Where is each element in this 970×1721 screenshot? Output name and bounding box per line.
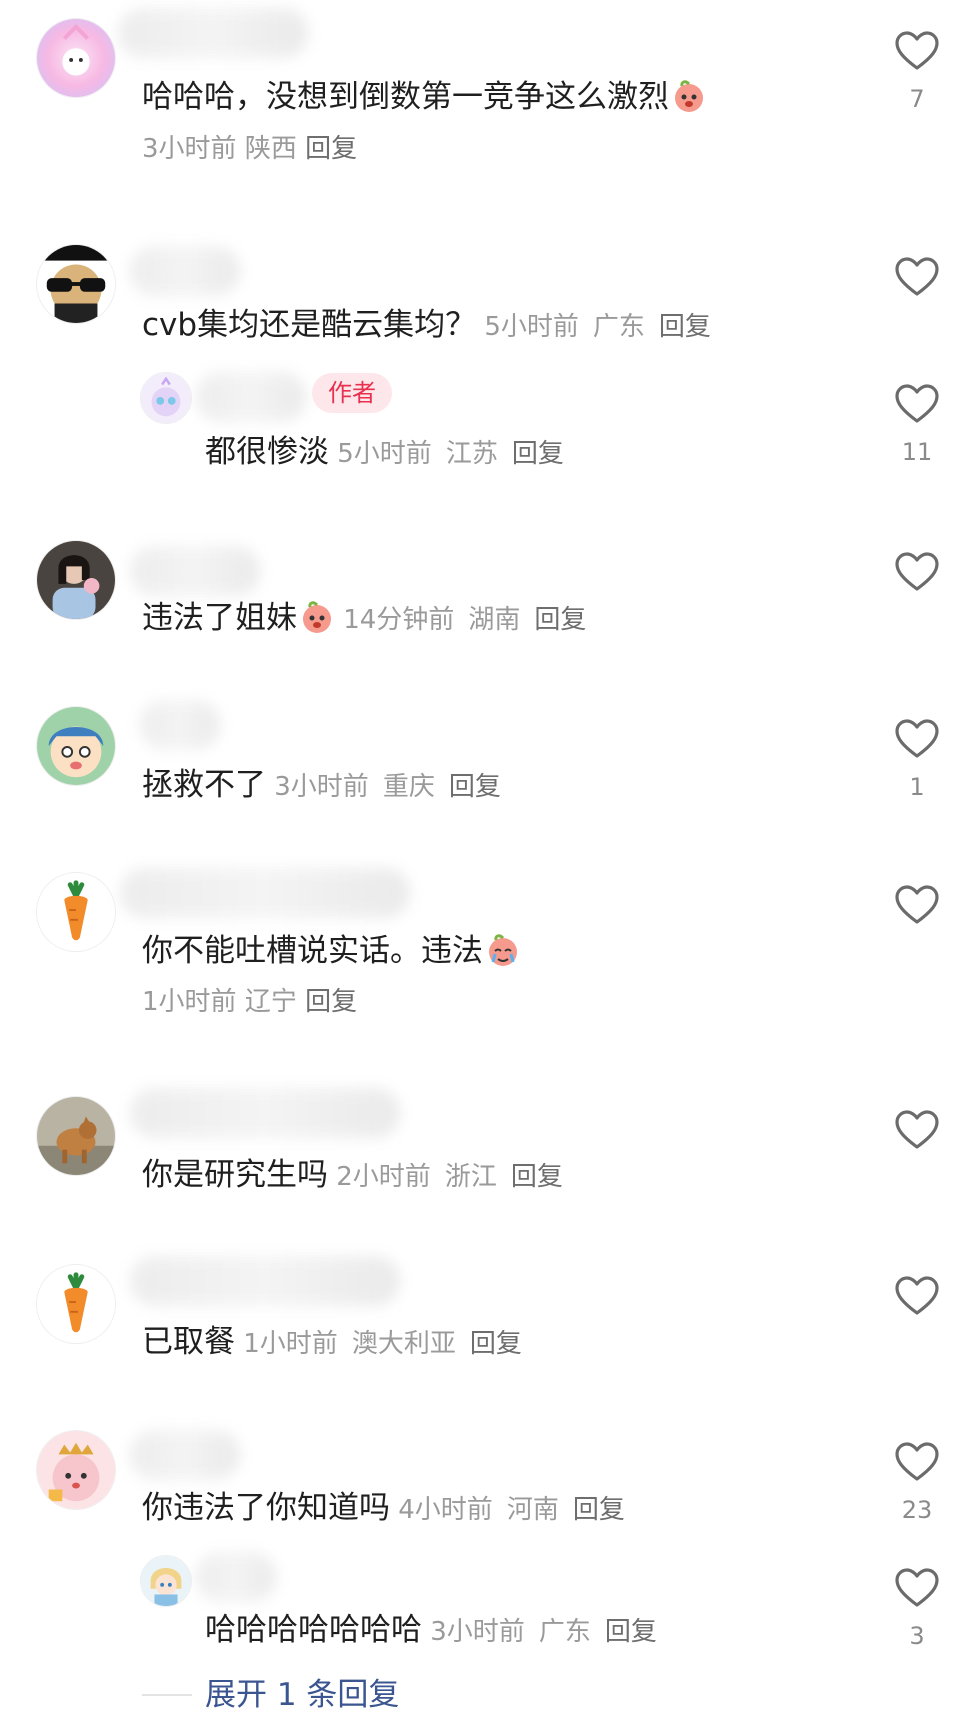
avatar[interactable] [36, 872, 116, 952]
comment-text: 已取餐 1小时前 澳大利亚 回复 [142, 1324, 522, 1360]
avatar[interactable] [36, 18, 116, 98]
like-button[interactable] [892, 718, 942, 760]
comment-text: 你不能吐槽说实话。违法 [142, 931, 521, 971]
username-blurred[interactable] [130, 546, 260, 596]
like-button[interactable] [892, 30, 942, 72]
username-blurred[interactable] [140, 700, 220, 750]
avatar[interactable] [140, 372, 192, 424]
avatar[interactable] [36, 540, 116, 620]
heart-outline-icon [895, 1276, 939, 1315]
comment-meta: 3小时前 陕西 回复 [142, 134, 358, 164]
comment-text: 都很惨淡 5小时前 江苏 回复 [205, 434, 564, 470]
like-button[interactable] [892, 1275, 942, 1317]
like-count: 11 [901, 438, 933, 466]
like-button[interactable] [892, 551, 942, 593]
username-blurred[interactable] [120, 868, 410, 918]
expand-replies-button[interactable]: 展开 1 条回复 [205, 1675, 399, 1715]
heart-outline-icon [895, 384, 939, 423]
username-blurred[interactable] [196, 372, 306, 422]
username-blurred[interactable] [196, 1552, 276, 1602]
like-count: 3 [909, 1622, 925, 1650]
avatar[interactable] [36, 1096, 116, 1176]
heart-outline-icon [895, 257, 939, 296]
comment-text: 你违法了你知道吗 4小时前 河南 回复 [142, 1490, 625, 1526]
author-badge: 作者 [312, 373, 392, 413]
avatar[interactable] [36, 706, 116, 786]
username-blurred[interactable] [130, 1256, 400, 1306]
like-button[interactable] [892, 1567, 942, 1609]
avatar[interactable] [36, 1430, 116, 1510]
crying-peach-emoji-icon [485, 932, 521, 968]
heart-outline-icon [895, 885, 939, 924]
comment-text: cvb集均还是酷云集均？ 5小时前 广东 回复 [142, 307, 711, 343]
heart-outline-icon [895, 1442, 939, 1481]
peach-face-emoji-icon [299, 599, 335, 635]
reply-button[interactable]: 回复 [305, 987, 357, 1017]
expand-divider [142, 1694, 192, 1696]
username-blurred[interactable] [130, 1430, 240, 1480]
comment-text: 违法了姐妹 14分钟前 湖南 回复 [142, 599, 587, 636]
reply-button[interactable]: 回复 [511, 1162, 563, 1192]
like-button[interactable] [892, 884, 942, 926]
like-button[interactable] [892, 1441, 942, 1483]
heart-outline-icon [895, 552, 939, 591]
comment-text: 哈哈哈，没想到倒数第一竞争这么激烈 [142, 77, 707, 117]
comment-text: 你是研究生吗 2小时前 浙江 回复 [142, 1157, 563, 1193]
like-count: 7 [909, 85, 925, 113]
heart-outline-icon [895, 1568, 939, 1607]
reply-button[interactable]: 回复 [470, 1329, 522, 1359]
heart-outline-icon [895, 719, 939, 758]
reply-button[interactable]: 回复 [305, 134, 357, 164]
avatar[interactable] [36, 244, 116, 324]
heart-outline-icon [895, 31, 939, 70]
reply-button[interactable]: 回复 [512, 439, 564, 469]
reply-button[interactable]: 回复 [534, 605, 586, 635]
avatar[interactable] [36, 1264, 116, 1344]
peach-face-emoji-icon [671, 78, 707, 114]
username-blurred[interactable] [130, 1088, 400, 1138]
comment-text: 拯救不了 3小时前 重庆 回复 [142, 767, 501, 803]
avatar[interactable] [140, 1555, 192, 1607]
reply-button[interactable]: 回复 [659, 312, 711, 342]
reply-button[interactable]: 回复 [573, 1495, 625, 1525]
like-button[interactable] [892, 1109, 942, 1151]
like-count: 1 [909, 773, 925, 801]
reply-button[interactable]: 回复 [449, 772, 501, 802]
heart-outline-icon [895, 1110, 939, 1149]
like-button[interactable] [892, 256, 942, 298]
like-count: 23 [901, 1496, 933, 1524]
comment-meta: 1小时前 辽宁 回复 [142, 987, 358, 1017]
username-blurred[interactable] [130, 246, 240, 296]
reply-button[interactable]: 回复 [605, 1617, 657, 1647]
username-blurred[interactable] [118, 8, 308, 58]
like-button[interactable] [892, 383, 942, 425]
comment-text: 哈哈哈哈哈哈哈 3小时前 广东 回复 [205, 1612, 657, 1648]
